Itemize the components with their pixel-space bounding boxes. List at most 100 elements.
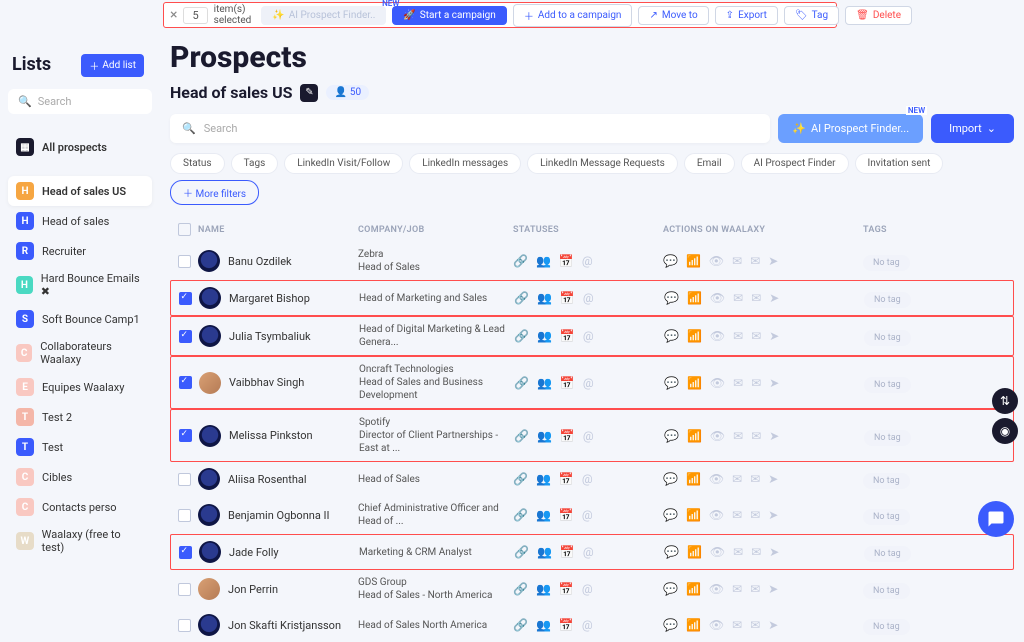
- status-icon[interactable]: @: [583, 329, 594, 343]
- no-tag-chip[interactable]: No tag: [864, 546, 911, 562]
- status-icon[interactable]: 🔗: [514, 429, 529, 443]
- action-icon[interactable]: ➤: [768, 472, 778, 486]
- chat-bubble-icon[interactable]: [978, 501, 1014, 537]
- status-icon[interactable]: @: [582, 618, 593, 632]
- import-button[interactable]: Import ⌄: [931, 114, 1014, 143]
- action-icon[interactable]: 📶: [686, 618, 701, 632]
- filter-chip[interactable]: LinkedIn messages: [409, 153, 521, 174]
- action-icon[interactable]: ➤: [768, 618, 778, 632]
- sidebar-search[interactable]: 🔍 Search: [8, 89, 152, 114]
- action-icon[interactable]: ✉: [732, 254, 742, 268]
- action-icon[interactable]: ➤: [768, 508, 778, 522]
- action-icon[interactable]: 💬: [664, 376, 679, 390]
- sidebar-item[interactable]: HHead of sales: [8, 206, 152, 236]
- export-button[interactable]: ⇪ Export: [715, 6, 778, 25]
- select-all-checkbox[interactable]: [178, 223, 191, 236]
- status-icon[interactable]: 🔗: [514, 329, 529, 343]
- status-icon[interactable]: @: [583, 545, 594, 559]
- start-campaign-button[interactable]: 🚀 Start a campaign: [392, 6, 506, 25]
- status-icon[interactable]: @: [582, 472, 593, 486]
- action-icon[interactable]: 👁: [710, 291, 725, 305]
- action-icon[interactable]: 💬: [664, 429, 679, 443]
- action-icon[interactable]: ✉: [751, 376, 761, 390]
- add-to-campaign-button[interactable]: ＋ Add to a campaign: [513, 4, 633, 27]
- action-icon[interactable]: 📶: [686, 254, 701, 268]
- action-icon[interactable]: ✉: [733, 429, 743, 443]
- status-icon[interactable]: @: [582, 582, 593, 596]
- action-icon[interactable]: ✉: [751, 329, 761, 343]
- action-icon[interactable]: ➤: [769, 329, 779, 343]
- row-checkbox[interactable]: [179, 292, 192, 305]
- filter-chip[interactable]: Email: [684, 153, 735, 174]
- status-icon[interactable]: @: [582, 254, 593, 268]
- no-tag-chip[interactable]: No tag: [864, 430, 911, 446]
- status-icon[interactable]: 🔗: [514, 376, 529, 390]
- filter-chip[interactable]: Status: [170, 153, 225, 174]
- status-icon[interactable]: 📅: [560, 545, 575, 559]
- tag-button[interactable]: 🏷 Tag: [784, 6, 839, 25]
- action-icon[interactable]: 💬: [664, 329, 679, 343]
- status-icon[interactable]: 🔗: [513, 472, 528, 486]
- status-icon[interactable]: 🔗: [513, 508, 528, 522]
- filter-chip[interactable]: AI Prospect Finder: [741, 153, 849, 174]
- action-icon[interactable]: 👁: [709, 472, 724, 486]
- status-icon[interactable]: 👥: [536, 254, 551, 268]
- prospect-name[interactable]: Jade Folly: [229, 546, 279, 559]
- action-icon[interactable]: ✉: [750, 582, 760, 596]
- prospect-name[interactable]: Vaibbhav Singh: [229, 376, 304, 389]
- main-search[interactable]: 🔍 Search: [170, 114, 770, 143]
- sidebar-item[interactable]: CContacts perso: [8, 492, 152, 522]
- action-icon[interactable]: 📶: [687, 329, 702, 343]
- row-checkbox[interactable]: [178, 255, 191, 268]
- action-icon[interactable]: 👁: [709, 582, 724, 596]
- status-icon[interactable]: 🔗: [513, 618, 528, 632]
- no-tag-chip[interactable]: No tag: [863, 619, 910, 635]
- status-icon[interactable]: 👥: [537, 545, 552, 559]
- action-icon[interactable]: ✉: [750, 254, 760, 268]
- action-icon[interactable]: ✉: [750, 618, 760, 632]
- no-tag-chip[interactable]: No tag: [863, 255, 910, 271]
- add-list-button[interactable]: ＋ Add list: [81, 54, 144, 77]
- prospect-name[interactable]: Banu Ozdilek: [228, 255, 292, 268]
- action-icon[interactable]: ✉: [732, 618, 742, 632]
- action-icon[interactable]: 💬: [663, 254, 678, 268]
- prospect-name[interactable]: Aliisa Rosenthal: [228, 473, 307, 486]
- prospect-name[interactable]: Margaret Bishop: [229, 292, 310, 305]
- status-icon[interactable]: 👥: [536, 472, 551, 486]
- more-filters-button[interactable]: ＋ More filters: [170, 180, 259, 205]
- action-icon[interactable]: ➤: [769, 429, 779, 443]
- action-icon[interactable]: ➤: [768, 582, 778, 596]
- action-icon[interactable]: 💬: [663, 508, 678, 522]
- status-icon[interactable]: 📅: [559, 472, 574, 486]
- delete-button[interactable]: 🗑 Delete: [845, 6, 912, 25]
- row-checkbox[interactable]: [178, 583, 191, 596]
- status-icon[interactable]: 📅: [560, 429, 575, 443]
- close-icon[interactable]: ×: [170, 8, 177, 22]
- row-checkbox[interactable]: [178, 509, 191, 522]
- no-tag-chip[interactable]: No tag: [863, 583, 910, 599]
- action-icon[interactable]: ✉: [733, 376, 743, 390]
- swap-icon[interactable]: ⇅: [992, 388, 1018, 414]
- action-icon[interactable]: ➤: [769, 291, 779, 305]
- sidebar-item[interactable]: TTest 2: [8, 402, 152, 432]
- action-icon[interactable]: ✉: [732, 508, 742, 522]
- action-icon[interactable]: 👁: [709, 618, 724, 632]
- sidebar-item[interactable]: TTest: [8, 432, 152, 462]
- sidebar-item[interactable]: EEquipes Waalaxy: [8, 372, 152, 402]
- action-icon[interactable]: 📶: [687, 429, 702, 443]
- action-icon[interactable]: ✉: [751, 545, 761, 559]
- row-checkbox[interactable]: [179, 376, 192, 389]
- action-icon[interactable]: 💬: [663, 618, 678, 632]
- status-icon[interactable]: 👥: [537, 291, 552, 305]
- action-icon[interactable]: 📶: [687, 376, 702, 390]
- status-icon[interactable]: 📅: [559, 618, 574, 632]
- status-icon[interactable]: 👥: [537, 376, 552, 390]
- action-icon[interactable]: 👁: [709, 508, 724, 522]
- action-icon[interactable]: 📶: [687, 545, 702, 559]
- action-icon[interactable]: 💬: [663, 472, 678, 486]
- filter-chip[interactable]: Tags: [231, 153, 279, 174]
- action-icon[interactable]: ✉: [732, 582, 742, 596]
- sidebar-item[interactable]: HHard Bounce Emails ✖: [8, 266, 152, 304]
- status-icon[interactable]: 📅: [559, 582, 574, 596]
- status-icon[interactable]: @: [583, 429, 594, 443]
